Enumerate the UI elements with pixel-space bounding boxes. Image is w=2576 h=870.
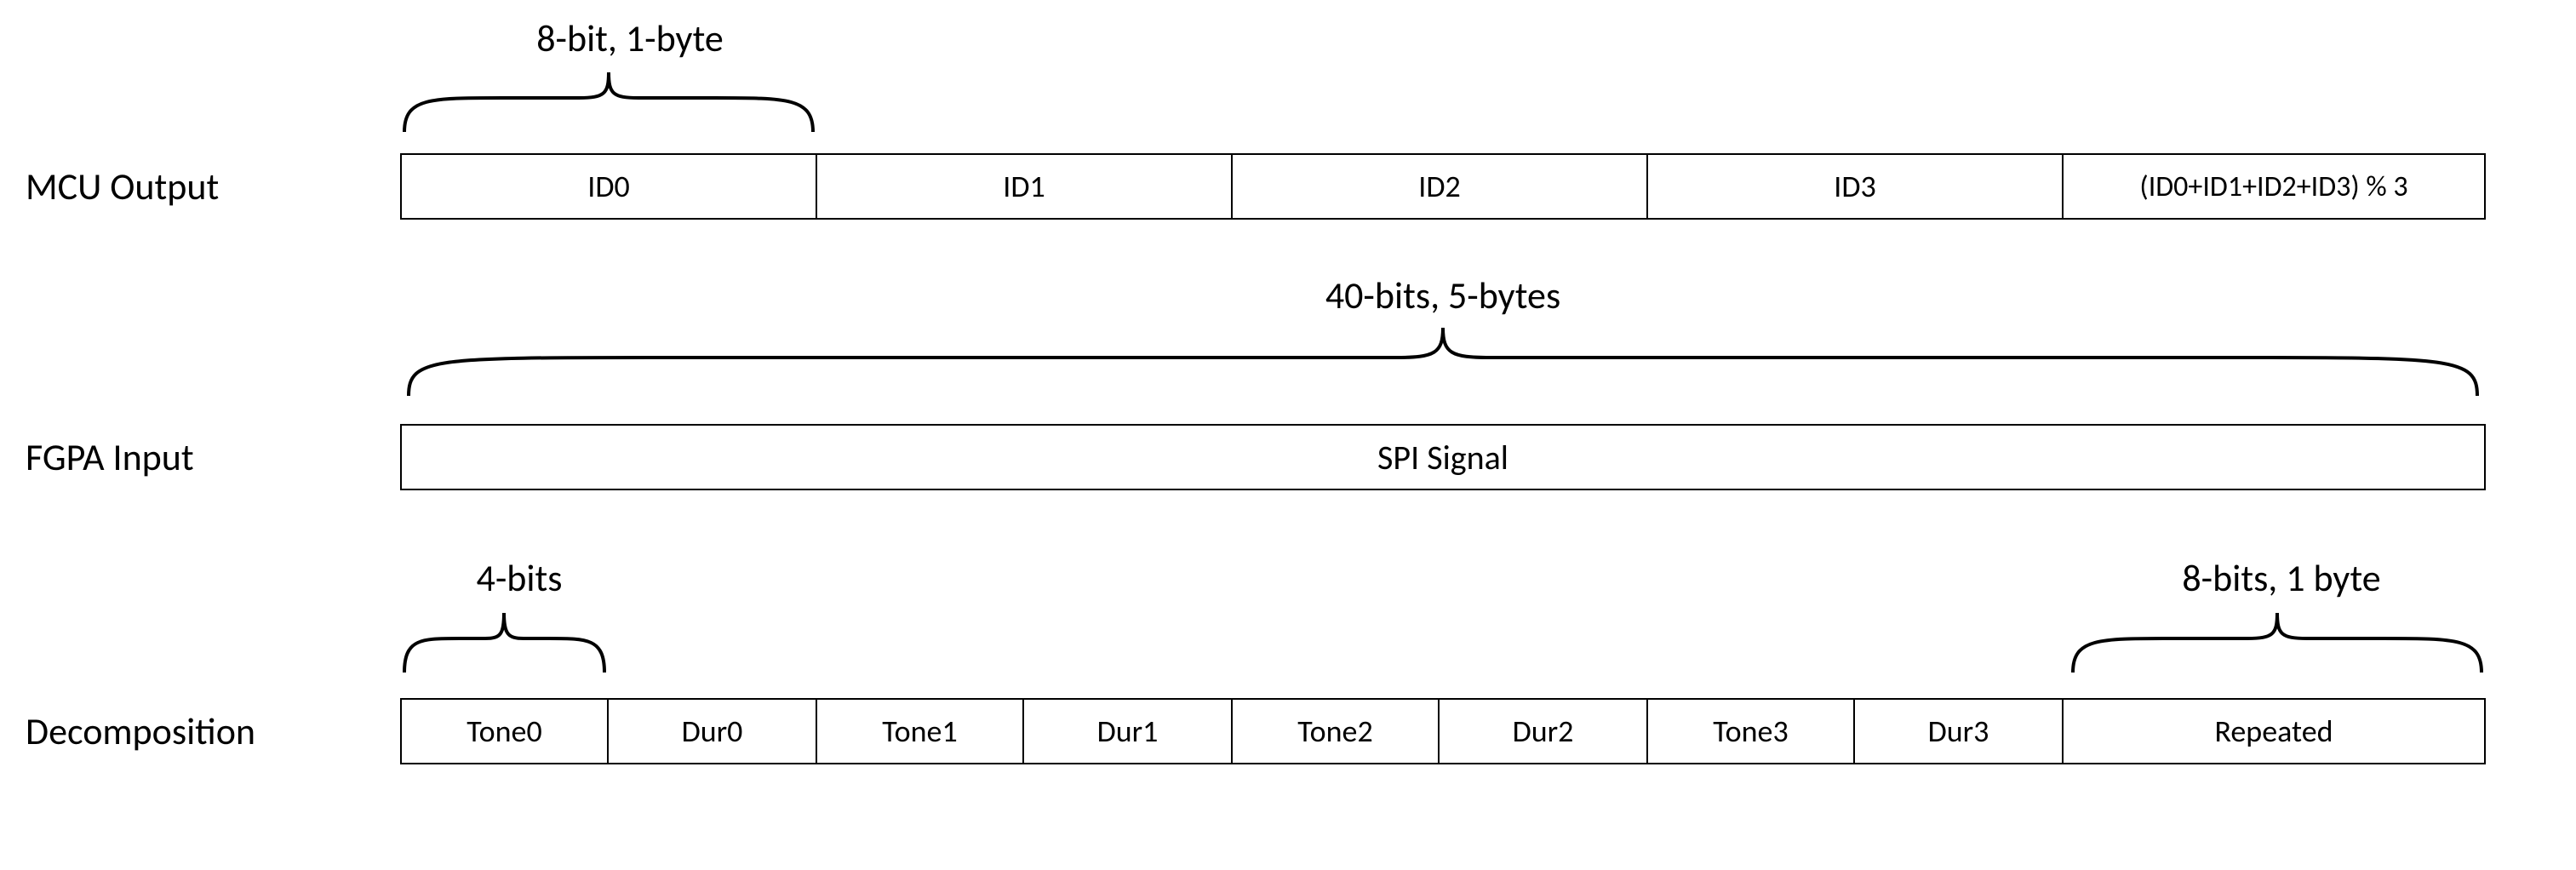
decomp-cell-dur0: Dur0: [607, 698, 817, 764]
mcu-cell-id3: ID3: [1646, 153, 2064, 220]
decomp-cell-dur2: Dur2: [1438, 698, 1648, 764]
label-fpga-input: FGPA Input: [26, 434, 194, 480]
decomp-cell-repeated: Repeated: [2062, 698, 2486, 764]
annot-bot-4bit: 4-bits: [460, 555, 579, 601]
brace-bot-8bit: [2069, 609, 2486, 677]
decomp-cell-tone1: Tone1: [816, 698, 1024, 764]
brace-bot-4bit: [400, 609, 609, 677]
brace-top-8bit: [400, 68, 817, 136]
label-decomposition: Decomposition: [26, 708, 255, 754]
decomp-cell-tone2: Tone2: [1231, 698, 1440, 764]
decomp-cell-dur3: Dur3: [1853, 698, 2064, 764]
annot-top-8bit: 8-bit, 1-byte: [502, 15, 758, 61]
diagram-canvas: 8-bit, 1-byte MCU Output ID0 ID1 ID2 ID3…: [0, 0, 2576, 870]
mcu-cell-checksum: (ID0+ID1+ID2+ID3) % 3: [2062, 153, 2486, 220]
decomp-cell-tone3: Tone3: [1646, 698, 1855, 764]
brace-mid-40bit: [400, 323, 2486, 400]
label-mcu-output: MCU Output: [26, 163, 219, 209]
mcu-cell-id0: ID0: [400, 153, 817, 220]
fpga-cell-spi: SPI Signal: [400, 424, 2486, 490]
mcu-cell-id1: ID1: [816, 153, 1233, 220]
decomp-cell-tone0: Tone0: [400, 698, 609, 764]
decomp-cell-dur1: Dur1: [1022, 698, 1233, 764]
annot-mid-40bit: 40-bits, 5-bytes: [1315, 272, 1571, 318]
mcu-cell-id2: ID2: [1231, 153, 1648, 220]
annot-bot-8bit: 8-bits, 1 byte: [2154, 555, 2409, 601]
